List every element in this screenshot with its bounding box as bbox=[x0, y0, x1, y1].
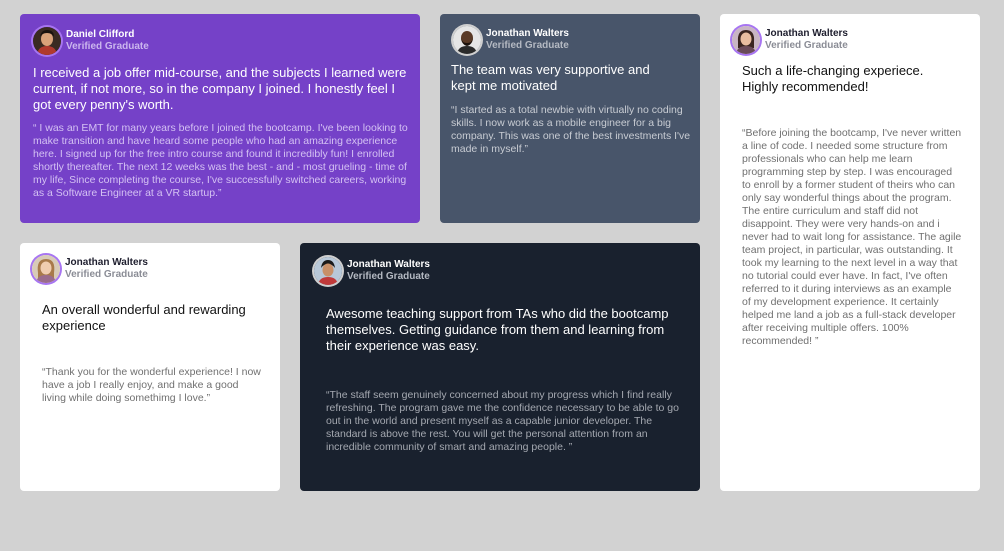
testimonial-quote: “Before joining the bootcamp, I've never… bbox=[742, 127, 962, 347]
testimonial-card-jonathan-2: Jonathan Walters Verified Graduate Such … bbox=[720, 14, 980, 491]
testimonial-quote: “Thank you for the wonderful experience!… bbox=[42, 366, 261, 404]
person-avatar-icon bbox=[314, 257, 342, 285]
author-name: Daniel Clifford bbox=[66, 29, 135, 40]
author-name: Jonathan Walters bbox=[347, 259, 430, 270]
author-role: Verified Graduate bbox=[65, 269, 148, 280]
person-avatar-icon bbox=[33, 27, 61, 55]
card-header: Jonathan Walters Verified Graduate bbox=[314, 257, 430, 285]
author-role: Verified Graduate bbox=[66, 41, 149, 52]
author-role: Verified Graduate bbox=[486, 40, 569, 51]
testimonial-quote: “The staff seem genuinely concerned abou… bbox=[326, 389, 679, 453]
card-header: Jonathan Walters Verified Graduate bbox=[32, 255, 148, 283]
author-role: Verified Graduate bbox=[765, 40, 848, 51]
person-avatar-icon bbox=[453, 26, 481, 54]
avatar bbox=[33, 27, 61, 55]
card-header: Daniel Clifford Verified Graduate bbox=[33, 27, 149, 55]
testimonial-headline: Awesome teaching support from TAs who di… bbox=[326, 306, 669, 353]
testimonial-quote: “ I was an EMT for many years before I j… bbox=[33, 122, 408, 199]
testimonial-headline: The team was very supportive and kept me… bbox=[451, 62, 650, 93]
author-name: Jonathan Walters bbox=[65, 257, 148, 268]
testimonial-card-jonathan-3: Jonathan Walters Verified Graduate An ov… bbox=[20, 243, 280, 491]
avatar bbox=[32, 255, 60, 283]
card-header: Jonathan Walters Verified Graduate bbox=[732, 26, 848, 54]
card-header: Jonathan Walters Verified Graduate bbox=[453, 26, 569, 54]
avatar bbox=[314, 257, 342, 285]
avatar bbox=[453, 26, 481, 54]
avatar bbox=[732, 26, 760, 54]
testimonial-headline: I received a job offer mid-course, and t… bbox=[33, 65, 407, 112]
testimonial-headline: An overall wonderful and rewarding exper… bbox=[42, 302, 246, 333]
person-avatar-icon bbox=[32, 255, 60, 283]
testimonial-quote: “I started as a total newbie with virtua… bbox=[451, 104, 691, 155]
author-name: Jonathan Walters bbox=[765, 28, 848, 39]
author-name: Jonathan Walters bbox=[486, 28, 569, 39]
person-avatar-icon bbox=[732, 26, 760, 54]
author-role: Verified Graduate bbox=[347, 271, 430, 282]
testimonial-card-jonathan-1: Jonathan Walters Verified Graduate The t… bbox=[440, 14, 700, 223]
testimonial-card-jonathan-4: Jonathan Walters Verified Graduate Aweso… bbox=[300, 243, 700, 491]
testimonial-card-daniel: Daniel Clifford Verified Graduate I rece… bbox=[20, 14, 420, 223]
testimonial-headline: Such a life-changing experiece. Highly r… bbox=[742, 63, 924, 94]
